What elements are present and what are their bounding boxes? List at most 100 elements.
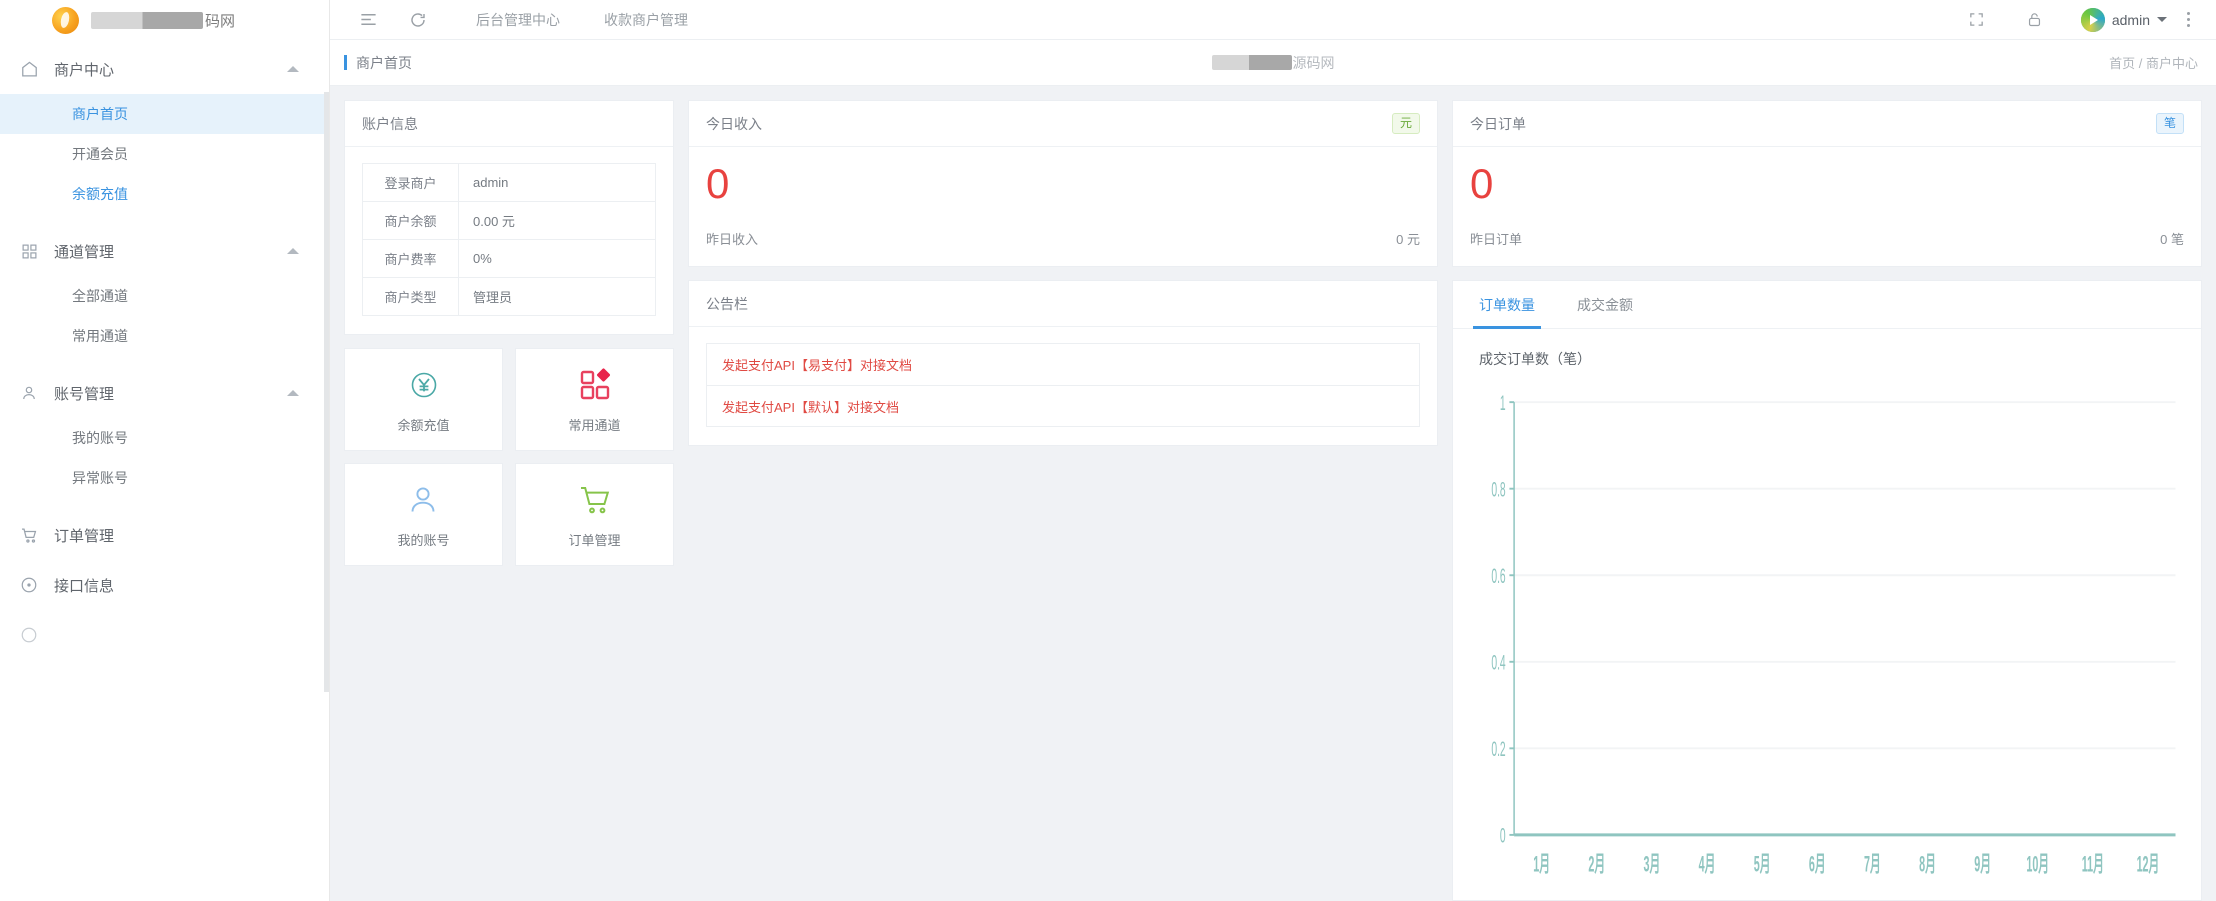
sidebar-item-balance-recharge[interactable]: 余额充值 xyxy=(0,174,329,214)
cart-icon xyxy=(18,524,40,546)
sidebar-group-account-management[interactable]: 账号管理 xyxy=(0,368,329,418)
topbar-tab-admin-center[interactable]: 后台管理中心 xyxy=(454,10,582,30)
svg-text:0.2: 0.2 xyxy=(1491,737,1505,761)
circle-icon xyxy=(18,624,40,646)
sidebar-group-label: 商户中心 xyxy=(54,61,115,79)
chevron-up-icon xyxy=(287,66,299,72)
sidebar-group-label: 通道管理 xyxy=(54,243,115,261)
account-info-card-header: 账户信息 xyxy=(345,101,673,147)
table-row: 商户类型 管理员 xyxy=(362,277,656,316)
sidebar-scrollbar[interactable] xyxy=(324,92,329,692)
sidebar-subitems-channel-management: 全部通道 常用通道 xyxy=(0,276,329,356)
today-income-title: 今日收入 xyxy=(706,115,762,132)
svg-text:1: 1 xyxy=(1500,391,1506,415)
yesterday-income-label: 昨日收入 xyxy=(706,232,759,247)
tab-transaction-amount[interactable]: 成交金额 xyxy=(1571,281,1639,328)
yesterday-orders-row: 昨日订单 0 笔 xyxy=(1470,229,2184,248)
user-name-label: admin xyxy=(2111,11,2150,28)
chart-title: 成交订单数（笔） xyxy=(1479,351,1591,367)
breadcrumb[interactable]: 首页 / 商户中心 xyxy=(2109,53,2198,72)
sidebar-item-my-account[interactable]: 我的账号 xyxy=(0,418,329,458)
brand-name-suffix: 码网 xyxy=(205,12,236,30)
list-menu-icon[interactable] xyxy=(350,2,386,38)
sidebar-item-label: 开通会员 xyxy=(72,146,128,162)
sidebar-logo[interactable]: 码网 xyxy=(0,0,329,40)
tile-common-channels[interactable]: 常用通道 xyxy=(515,348,674,451)
right-column: 今日订单 笔 0 昨日订单 0 笔 订单数量 成交金额 成交订单数（笔） 0 0… xyxy=(1452,100,2202,901)
yesterday-income-value: 0 元 xyxy=(1396,232,1420,247)
sidebar-group-channel-management[interactable]: 通道管理 xyxy=(0,226,329,276)
fullscreen-icon[interactable] xyxy=(1959,2,1995,38)
avatar xyxy=(2080,7,2105,32)
clock-icon xyxy=(18,574,40,596)
sidebar-item-label: 订单管理 xyxy=(54,527,115,545)
tab-order-count[interactable]: 订单数量 xyxy=(1473,281,1541,329)
today-orders-card-body: 0 昨日订单 0 笔 xyxy=(1453,147,2201,266)
today-orders-title: 今日订单 xyxy=(1470,115,1526,132)
svg-text:3月: 3月 xyxy=(1644,851,1661,876)
quick-action-tiles: 余额充值 常用通道 我的账号 订单管理 xyxy=(344,348,674,566)
sidebar-item-order-management[interactable]: 订单管理 xyxy=(0,510,329,560)
account-info-title: 账户信息 xyxy=(362,115,418,132)
chart-svg: 00.20.40.60.811月 2月 3月 4月 5月 6月 7月 8月 9月 10月 11月 12… xyxy=(1491,391,2176,876)
notice-board-card-header: 公告栏 xyxy=(689,281,1437,327)
chart-wrap: 成交订单数（笔） 0 0.2 0.4 0.6 0.8 1 1月 2月 3月 4月 5月 6月 7月 8月 9… xyxy=(1453,329,2201,900)
center-masked-title: 源码网 xyxy=(330,53,2216,73)
sidebar-item-common-channels[interactable]: 常用通道 xyxy=(0,316,329,356)
tile-label: 订单管理 xyxy=(568,532,621,548)
sidebar-item-label: 全部通道 xyxy=(72,288,128,304)
svg-text:9月: 9月 xyxy=(1974,851,1991,876)
list-item[interactable]: 发起支付API【默认】对接文档 xyxy=(706,385,1420,427)
sidebar-item-api-info[interactable]: 接口信息 xyxy=(0,560,329,610)
sidebar-item-label: 接口信息 xyxy=(54,577,115,595)
title-accent-bar xyxy=(344,55,347,70)
tile-balance-recharge[interactable]: 余额充值 xyxy=(344,348,503,451)
more-vertical-icon[interactable] xyxy=(2177,12,2200,27)
svg-text:10月: 10月 xyxy=(2026,851,2049,876)
sidebar-item-merchant-home[interactable]: 商户首页 xyxy=(0,94,329,134)
sidebar-subitems-account-management: 我的账号 异常账号 xyxy=(0,418,329,498)
today-income-card-header: 今日收入 元 xyxy=(689,101,1437,147)
tile-label: 我的账号 xyxy=(397,532,450,548)
breadcrumb-bar: 商户首页 源码网 首页 / 商户中心 xyxy=(330,40,2216,86)
sidebar-item-abnormal-account[interactable]: 异常账号 xyxy=(0,458,329,498)
yen-circle-icon xyxy=(406,366,442,404)
chart-tabs: 订单数量 成交金额 xyxy=(1453,281,2201,329)
account-info-card-body: 登录商户 admin 商户余额 0.00 元 商户费率 0% 商户类型 管理员 xyxy=(345,147,673,334)
play-icon xyxy=(2090,14,2099,25)
row-value: 0% xyxy=(458,239,656,278)
row-value: 管理员 xyxy=(458,277,656,316)
sidebar-item-all-channels[interactable]: 全部通道 xyxy=(0,276,329,316)
sidebar-item-label: 异常账号 xyxy=(72,470,128,486)
tile-label: 余额充值 xyxy=(397,417,450,433)
today-orders-card-header: 今日订单 笔 xyxy=(1453,101,2201,147)
topbar-tab-merchant-management[interactable]: 收款商户管理 xyxy=(582,10,710,30)
svg-text:7月: 7月 xyxy=(1864,851,1881,876)
lock-icon[interactable] xyxy=(2017,2,2053,38)
svg-text:11月: 11月 xyxy=(2082,851,2104,876)
sidebar-item-label: 余额充值 xyxy=(72,186,128,202)
user-menu[interactable]: admin xyxy=(2071,7,2177,32)
row-key: 商户类型 xyxy=(362,277,459,316)
main-area: 后台管理中心 收款商户管理 admin 商户首页 源码网 首页 / 商户中心 账… xyxy=(330,0,2216,901)
svg-text:0.8: 0.8 xyxy=(1491,477,1505,501)
sidebar-item-partial[interactable] xyxy=(0,610,329,660)
chevron-down-icon xyxy=(2157,17,2167,22)
list-item[interactable]: 发起支付API【易支付】对接文档 xyxy=(706,343,1420,385)
brand-logo-icon xyxy=(52,6,79,34)
notice-link: 发起支付API【默认】对接文档 xyxy=(722,399,899,415)
today-income-card-body: 0 昨日收入 0 元 xyxy=(689,147,1437,266)
order-count-line-chart[interactable]: 0 0.2 0.4 0.6 0.8 1 1月 2月 3月 4月 5月 6月 7月 8月 9月 10月 11月 12… xyxy=(1471,383,2183,900)
notice-board-title: 公告栏 xyxy=(706,295,748,312)
sidebar-item-open-member[interactable]: 开通会员 xyxy=(0,134,329,174)
center-title-suffix: 源码网 xyxy=(1292,54,1335,71)
row-value: admin xyxy=(458,163,656,202)
refresh-icon[interactable] xyxy=(400,2,436,38)
table-row: 商户费率 0% xyxy=(362,239,656,278)
tile-order-management[interactable]: 订单管理 xyxy=(515,463,674,566)
tile-label: 常用通道 xyxy=(568,417,621,433)
tile-my-account[interactable]: 我的账号 xyxy=(344,463,503,566)
sidebar-group-label: 账号管理 xyxy=(54,385,115,403)
sidebar-group-merchant-center[interactable]: 商户中心 xyxy=(0,44,329,94)
